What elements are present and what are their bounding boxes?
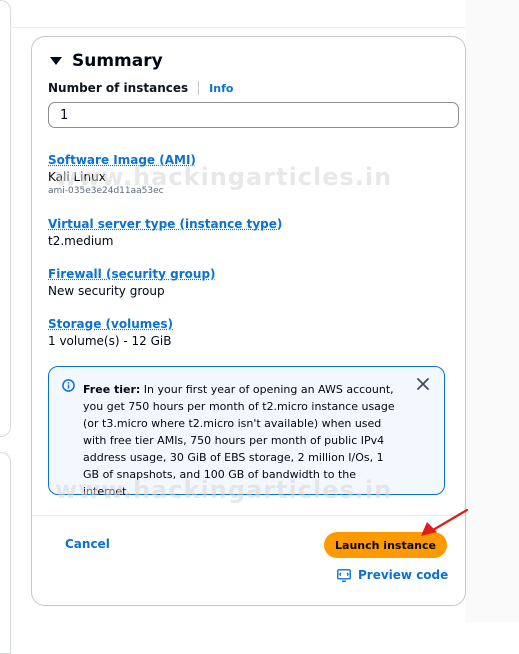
cancel-button[interactable]: Cancel xyxy=(65,537,110,551)
ami-id: ami-035e3e24d11aa53ec xyxy=(48,186,164,196)
left-panel-edge-lower xyxy=(0,452,11,654)
alert-title: Free tier: xyxy=(83,383,141,396)
left-panel-edge xyxy=(0,0,11,437)
alert-message: Free tier: In your first year of opening… xyxy=(83,381,403,500)
close-icon[interactable] xyxy=(416,377,430,391)
ami-label[interactable]: Software Image (AMI) xyxy=(48,153,196,167)
preview-code-link[interactable]: Preview code xyxy=(337,568,448,582)
instances-label: Number of instances xyxy=(48,81,189,95)
firewall-label[interactable]: Firewall (security group) xyxy=(48,267,216,281)
right-gutter xyxy=(465,0,519,622)
instance-type-section: Virtual server type (instance type) t2.m… xyxy=(48,217,282,248)
preview-code-label: Preview code xyxy=(358,568,449,582)
caret-down-icon xyxy=(50,57,62,65)
summary-panel: Summary Number of instances Info Softwar… xyxy=(31,36,466,606)
alert-body: In your first year of opening an AWS acc… xyxy=(83,383,395,498)
info-link[interactable]: Info xyxy=(209,82,233,95)
annotation-arrow-icon xyxy=(421,508,469,536)
storage-section: Storage (volumes) 1 volume(s) - 12 GiB xyxy=(48,317,173,348)
instances-input[interactable] xyxy=(48,102,459,128)
free-tier-alert: Free tier: In your first year of opening… xyxy=(48,366,445,498)
summary-title: Summary xyxy=(72,51,163,71)
instance-type-label[interactable]: Virtual server type (instance type) xyxy=(48,217,282,231)
instance-type-value: t2.medium xyxy=(48,234,114,248)
code-preview-icon xyxy=(337,568,351,582)
top-divider xyxy=(10,27,519,28)
info-circle-icon xyxy=(62,379,75,392)
label-divider xyxy=(198,81,200,95)
firewall-value: New security group xyxy=(48,284,165,298)
summary-header[interactable]: Summary xyxy=(50,51,163,71)
ami-section: Software Image (AMI) Kali Linux ami-035e… xyxy=(48,153,196,196)
storage-value: 1 volume(s) - 12 GiB xyxy=(48,334,172,348)
instances-label-row: Number of instances Info xyxy=(48,81,233,95)
footer-divider xyxy=(32,515,465,516)
firewall-section: Firewall (security group) New security g… xyxy=(48,267,216,298)
storage-label[interactable]: Storage (volumes) xyxy=(48,317,173,331)
ami-value: Kali Linux xyxy=(48,170,106,184)
